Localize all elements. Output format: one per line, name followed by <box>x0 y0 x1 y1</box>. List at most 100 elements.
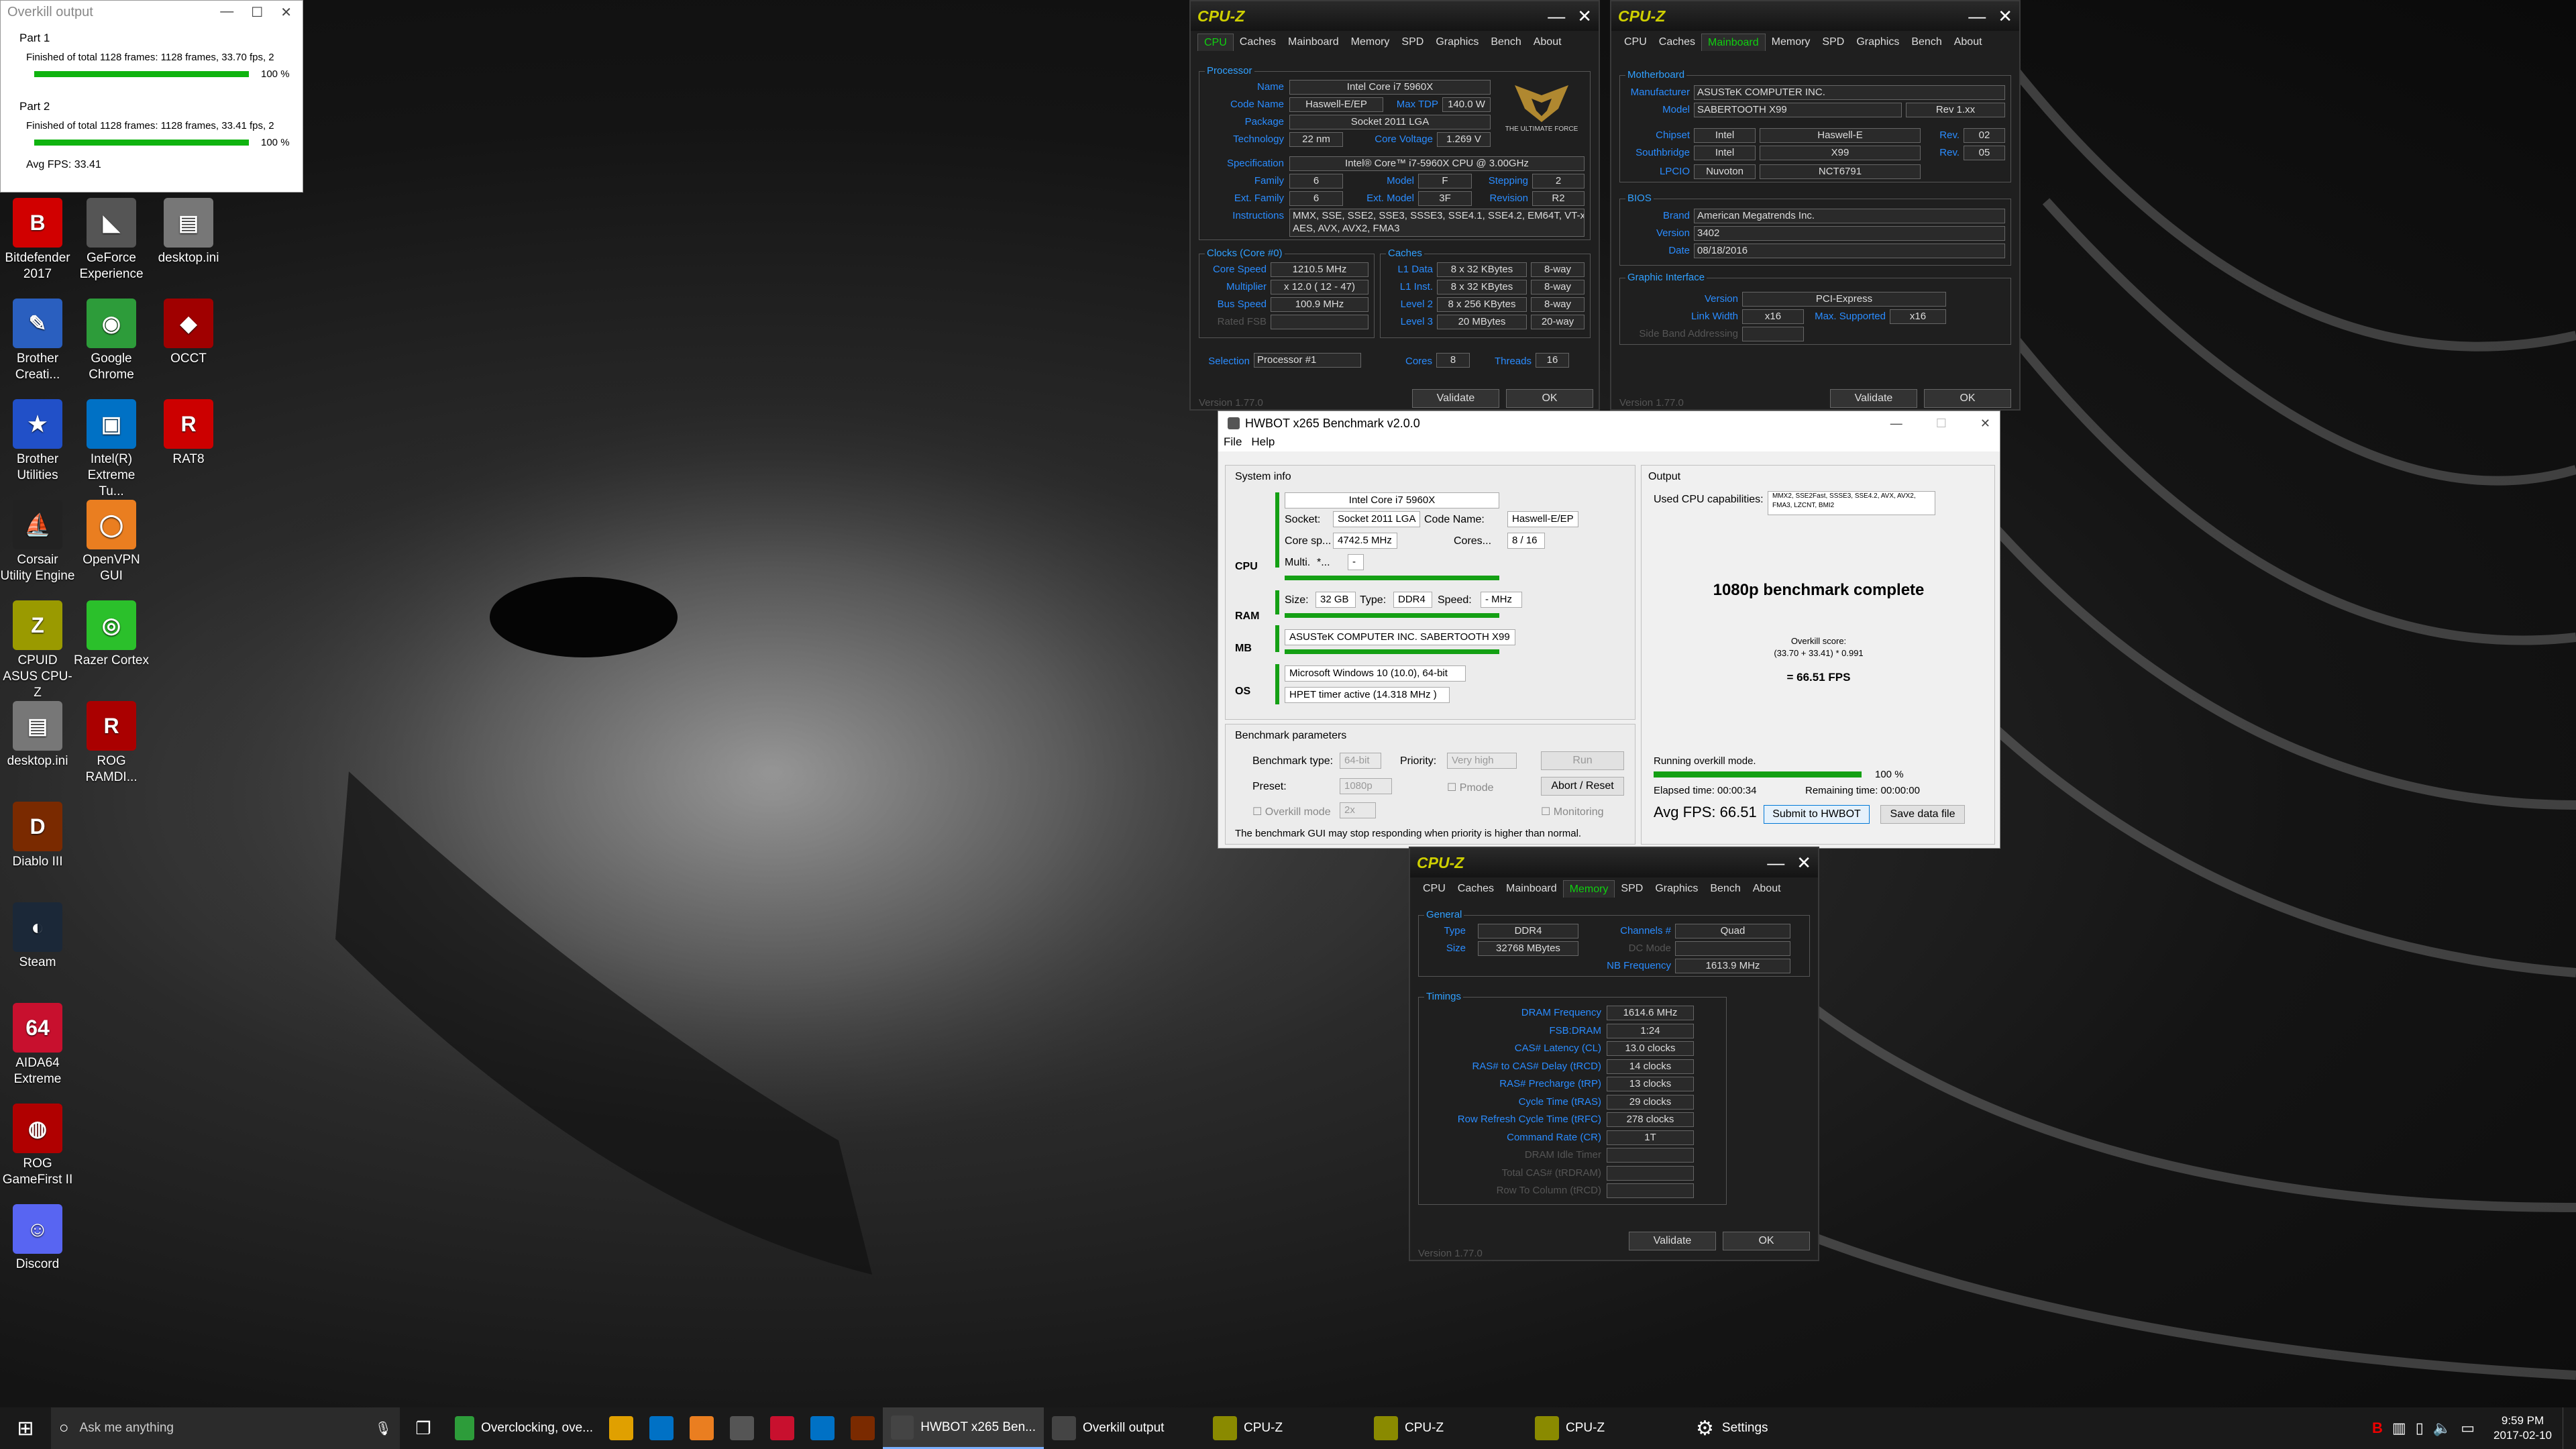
desktop-icon[interactable]: ◯ OpenVPN GUI <box>74 500 149 584</box>
minimize-icon[interactable]: — <box>1968 6 1986 27</box>
submit-button[interactable]: Submit to HWBOT <box>1764 805 1870 824</box>
volume-icon[interactable]: 🔈 <box>2433 1419 2451 1437</box>
tab-mainboard[interactable]: Mainboard <box>1701 34 1766 51</box>
tab-mainboard[interactable]: Mainboard <box>1282 34 1345 51</box>
taskbar-app[interactable] <box>682 1407 722 1449</box>
desktop-icon[interactable]: ◎ Razer Cortex <box>74 600 149 669</box>
minimize-icon[interactable]: — <box>1767 853 1784 873</box>
taskbar-app[interactable] <box>843 1407 883 1449</box>
desktop-icon[interactable]: R ROG RAMDI... <box>74 701 149 786</box>
run-button[interactable]: Run <box>1541 751 1624 770</box>
cpuz-memory-window[interactable]: CPU-Z — ✕ CPU Caches Mainboard Memory SPD … <box>1409 847 1819 1261</box>
validate-button[interactable]: Validate <box>1830 389 1917 408</box>
tab-spd[interactable]: SPD <box>1615 880 1649 898</box>
minimize-icon[interactable]: — <box>1890 417 1902 431</box>
close-icon[interactable]: ✕ <box>1796 853 1811 873</box>
microphone-icon[interactable]: 🎙 <box>375 1420 392 1437</box>
tab-about[interactable]: About <box>1747 880 1787 898</box>
close-icon[interactable]: ✕ <box>280 4 292 21</box>
hwbot-benchmark-window[interactable]: HWBOT x265 Benchmark v2.0.0 — ☐ ✕ File Help… <box>1218 411 2000 849</box>
tab-cpu[interactable]: CPU <box>1417 880 1452 898</box>
tab-spd[interactable]: SPD <box>1816 34 1850 51</box>
desktop-icon[interactable]: B Bitdefender 2017 <box>0 198 75 282</box>
tab-about[interactable]: About <box>1527 34 1568 51</box>
benchmark-type-select[interactable]: 64-bit <box>1340 753 1381 769</box>
taskbar-app[interactable] <box>641 1407 682 1449</box>
title-bar[interactable]: Overkill output — ☐ ✕ <box>1 1 303 23</box>
desktop-icon[interactable]: R RAT8 <box>151 399 226 468</box>
search-box[interactable]: ○ Ask me anything 🎙 <box>51 1407 400 1449</box>
close-icon[interactable]: ✕ <box>1577 6 1592 27</box>
menu-help[interactable]: Help <box>1251 435 1275 451</box>
taskbar-window[interactable]: CPU-Z <box>1527 1407 1688 1449</box>
tab-caches[interactable]: Caches <box>1234 34 1282 51</box>
title-bar[interactable]: HWBOT x265 Benchmark v2.0.0 — ☐ ✕ <box>1218 411 2000 435</box>
ok-button[interactable]: OK <box>1723 1232 1810 1250</box>
taskbar-app[interactable] <box>722 1407 762 1449</box>
title-bar[interactable]: CPU-Z — ✕ <box>1611 1 2019 31</box>
taskbar-app[interactable] <box>601 1407 641 1449</box>
overkill-select[interactable]: 2x <box>1340 802 1376 818</box>
desktop-icon[interactable]: ▤ desktop.ini <box>151 198 226 266</box>
desktop-icon[interactable]: ◍ ROG GameFirst II <box>0 1104 75 1188</box>
pmode-checkbox[interactable]: ☐ Pmode <box>1447 781 1494 794</box>
desktop-icon[interactable]: D Diablo III <box>0 802 75 870</box>
show-desktop-button[interactable] <box>2563 1407 2576 1449</box>
tab-cpu[interactable]: CPU <box>1197 34 1234 51</box>
desktop-icon[interactable]: ✎ Brother Creati... <box>0 299 75 383</box>
taskbar-app[interactable] <box>762 1407 802 1449</box>
battery-icon[interactable]: ▯ <box>2416 1419 2424 1437</box>
taskbar-window[interactable]: CPU-Z <box>1366 1407 1527 1449</box>
desktop-icon[interactable]: ★ Brother Utilities <box>0 399 75 484</box>
desktop-icon[interactable]: ◣ GeForce Experience <box>74 198 149 282</box>
network-icon[interactable]: ▥ <box>2392 1419 2406 1437</box>
tab-spd[interactable]: SPD <box>1395 34 1430 51</box>
desktop-icon[interactable]: ☺ Discord <box>0 1204 75 1273</box>
tab-graphics[interactable]: Graphics <box>1430 34 1485 51</box>
cpuz-mainboard-window[interactable]: CPU-Z — ✕ CPU Caches Mainboard Memory SPD … <box>1610 0 2021 411</box>
maximize-icon[interactable]: ☐ <box>251 4 263 21</box>
cpuz-cpu-window[interactable]: CPU-Z — ✕ CPU Caches Mainboard Memory SPD … <box>1189 0 1600 411</box>
minimize-icon[interactable]: — <box>220 4 233 21</box>
abort-reset-button[interactable]: Abort / Reset <box>1541 777 1624 796</box>
menu-file[interactable]: File <box>1224 435 1242 451</box>
desktop-icon[interactable]: ◉ Google Chrome <box>74 299 149 383</box>
bitdefender-tray-icon[interactable]: B <box>2372 1419 2383 1437</box>
message-icon[interactable]: ▭ <box>2461 1419 2475 1437</box>
overkill-output-window[interactable]: Overkill output — ☐ ✕ Part 1 Finished of t… <box>0 0 303 193</box>
desktop-icon[interactable]: ◆ OCCT <box>151 299 226 367</box>
desktop-icon[interactable]: ▣ Intel(R) Extreme Tu... <box>74 399 149 500</box>
tab-mainboard[interactable]: Mainboard <box>1500 880 1563 898</box>
start-button[interactable]: ⊞ <box>0 1407 51 1449</box>
desktop-icon[interactable]: 64 AIDA64 Extreme <box>0 1003 75 1087</box>
task-view-button[interactable]: ❐ <box>400 1407 447 1449</box>
ok-button[interactable]: OK <box>1506 389 1593 408</box>
tab-memory[interactable]: Memory <box>1766 34 1817 51</box>
ok-button[interactable]: OK <box>1924 389 2011 408</box>
taskbar-window[interactable]: CPU-Z <box>1205 1407 1366 1449</box>
desktop-icon[interactable]: Z CPUID ASUS CPU-Z <box>0 600 75 701</box>
tab-bench[interactable]: Bench <box>1485 34 1527 51</box>
tab-bench[interactable]: Bench <box>1704 880 1746 898</box>
tab-caches[interactable]: Caches <box>1452 880 1500 898</box>
taskbar-app[interactable] <box>802 1407 843 1449</box>
validate-button[interactable]: Validate <box>1629 1232 1716 1250</box>
taskbar-app[interactable]: Overclocking, ove... <box>447 1407 601 1449</box>
tab-bench[interactable]: Bench <box>1905 34 1947 51</box>
tab-memory[interactable]: Memory <box>1345 34 1396 51</box>
tab-caches[interactable]: Caches <box>1653 34 1701 51</box>
tab-cpu[interactable]: CPU <box>1618 34 1653 51</box>
minimize-icon[interactable]: — <box>1548 6 1565 27</box>
save-data-button[interactable]: Save data file <box>1880 805 1965 824</box>
desktop-icon[interactable]: ⛵ Corsair Utility Engine <box>0 500 75 584</box>
settings-taskbar-item[interactable]: ⚙ Settings <box>1688 1407 1776 1449</box>
priority-select[interactable]: Very high <box>1447 753 1517 769</box>
preset-select[interactable]: 1080p <box>1340 778 1392 794</box>
taskbar-window[interactable]: Overkill output <box>1044 1407 1205 1449</box>
tab-memory[interactable]: Memory <box>1562 880 1615 898</box>
title-bar[interactable]: CPU-Z — ✕ <box>1410 848 1818 877</box>
clock[interactable]: 9:59 PM 2017-02-10 <box>2483 1413 2563 1443</box>
desktop-icon[interactable]: ▤ desktop.ini <box>0 701 75 769</box>
overkill-checkbox[interactable]: ☐ Overkill mode <box>1252 805 1331 818</box>
close-icon[interactable]: ✕ <box>1998 6 2012 27</box>
